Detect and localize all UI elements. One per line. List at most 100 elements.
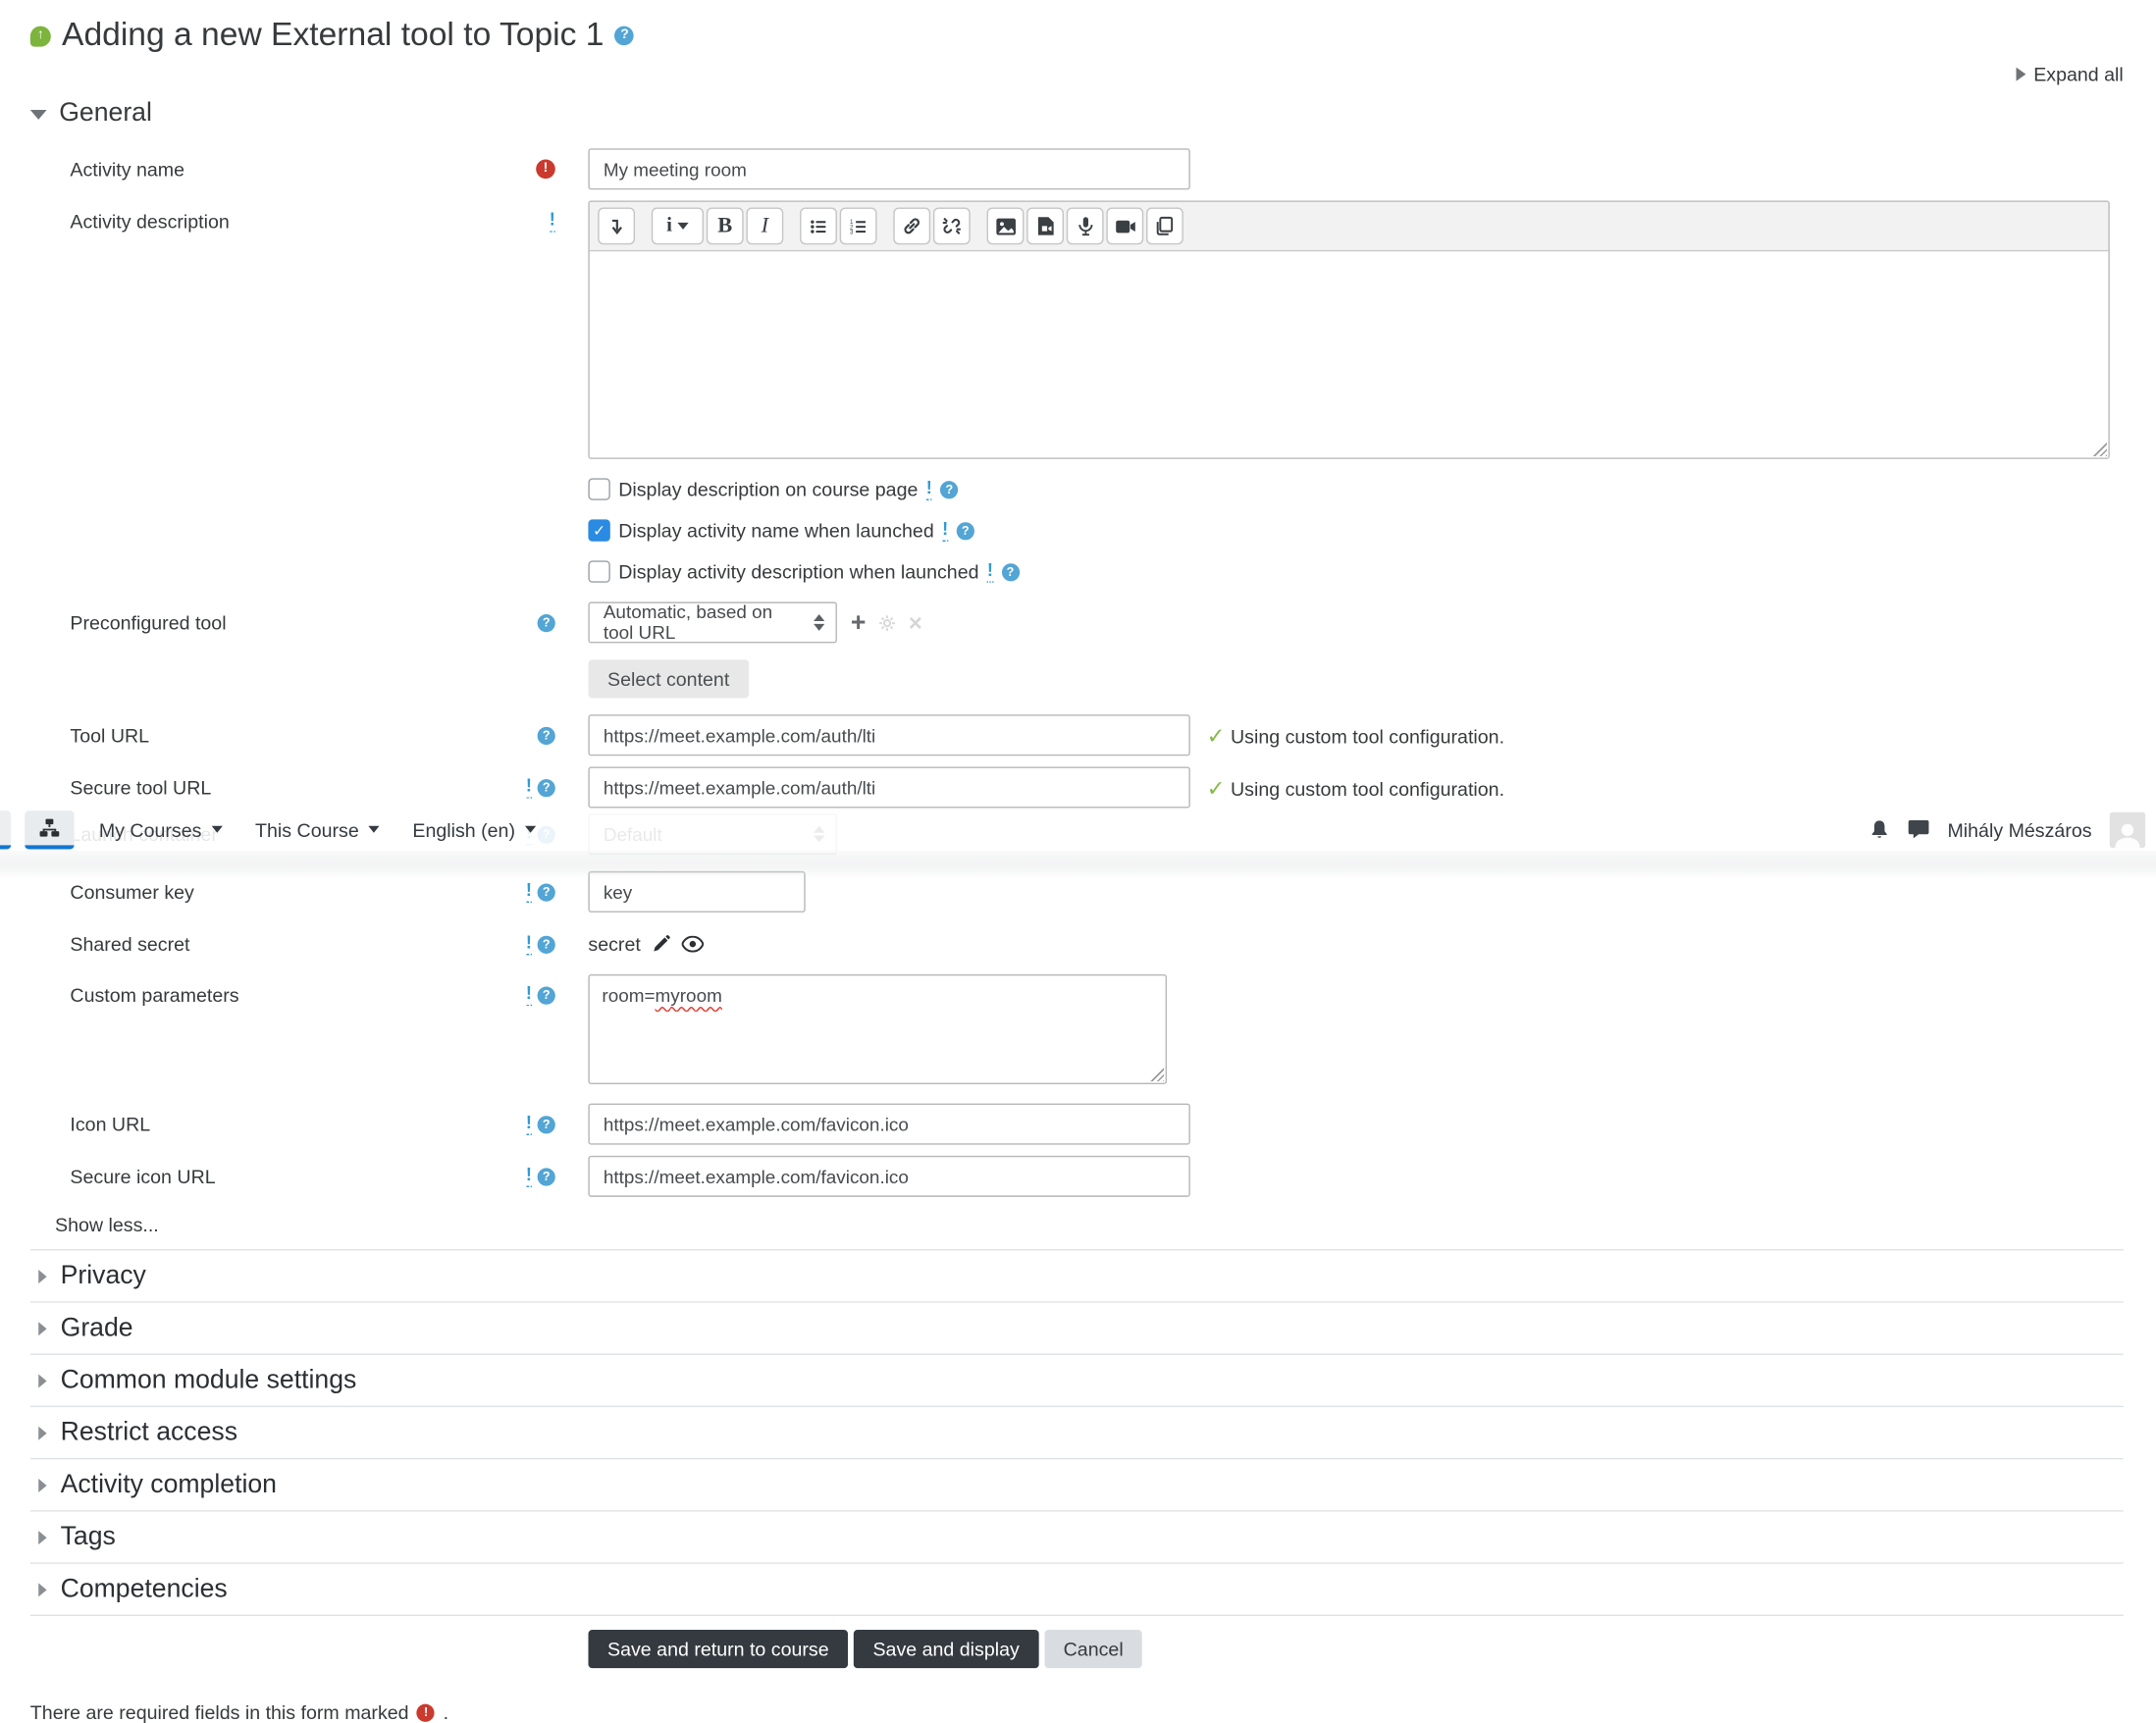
unlink-button[interactable] xyxy=(932,207,971,245)
notifications-bell-icon[interactable] xyxy=(1869,818,1890,840)
help-question-icon[interactable]: ? xyxy=(537,778,555,797)
general-heading: General xyxy=(59,98,152,129)
display-activity-description-checkbox[interactable] xyxy=(588,560,610,583)
select-caret-icon xyxy=(814,614,825,631)
save-and-display-button[interactable]: Save and display xyxy=(853,1629,1039,1669)
course-structure-button[interactable] xyxy=(25,809,75,849)
unordered-list-button[interactable] xyxy=(800,207,837,245)
general-section-header[interactable]: General xyxy=(29,98,2124,130)
select-content-button[interactable]: Select content xyxy=(588,659,749,699)
insert-link-icon xyxy=(904,218,920,235)
insert-image-icon xyxy=(995,217,1016,235)
consumer-key-label: Consumer key xyxy=(70,880,194,904)
help-question-icon[interactable]: ? xyxy=(956,521,974,540)
info-exclamation-icon: ! xyxy=(525,1112,532,1135)
chevron-right-icon xyxy=(2015,67,2025,81)
section-competencies[interactable]: Competencies xyxy=(29,1564,2124,1616)
info-exclamation-icon: ! xyxy=(942,518,949,542)
user-avatar[interactable] xyxy=(2109,810,2146,848)
show-less-link[interactable]: Show less... xyxy=(30,1214,2124,1235)
navbar-shadow xyxy=(0,850,2156,878)
editor-toolbar: i B I 123 xyxy=(589,201,2109,252)
insert-media-button[interactable] xyxy=(1026,207,1064,245)
custom-parameters-textarea[interactable]: room=myroom xyxy=(588,973,1168,1084)
chevron-right-icon xyxy=(38,1426,47,1440)
section-common-module-settings[interactable]: Common module settings xyxy=(29,1355,2124,1408)
description-editor-body[interactable] xyxy=(589,251,2109,458)
chevron-down-icon xyxy=(211,825,223,833)
display-activity-name-checkbox[interactable]: ✓ xyxy=(588,519,610,542)
chevron-down-icon xyxy=(368,825,380,833)
help-question-icon[interactable]: ? xyxy=(537,882,555,902)
activity-description-label: Activity description xyxy=(70,210,230,233)
help-question-icon[interactable]: ? xyxy=(614,26,635,46)
required-icon: ! xyxy=(416,1702,436,1722)
help-question-icon[interactable]: ? xyxy=(537,935,555,954)
sticky-navbar: My Courses This Course English (en) Mihá… xyxy=(0,808,2156,851)
svg-text:3: 3 xyxy=(850,229,854,235)
insert-image-button[interactable] xyxy=(986,207,1025,245)
language-menu[interactable]: English (en) xyxy=(412,818,536,840)
delete-tool-x-icon: × xyxy=(908,609,922,637)
reveal-eye-icon[interactable] xyxy=(681,935,705,953)
paragraph-styles-button[interactable]: i xyxy=(651,207,705,245)
italic-button[interactable]: I xyxy=(746,207,784,245)
help-question-icon[interactable]: ? xyxy=(537,726,555,745)
sitemap-icon xyxy=(39,817,60,836)
navbar-partial-button[interactable] xyxy=(0,809,12,849)
external-tool-icon: ↑ xyxy=(29,25,51,46)
bold-icon: B xyxy=(717,213,733,237)
unordered-list-icon xyxy=(811,219,826,233)
bold-button[interactable]: B xyxy=(706,207,744,245)
icon-url-input[interactable] xyxy=(588,1103,1190,1145)
avatar-silhouette-icon xyxy=(2115,823,2140,848)
help-question-icon[interactable]: ? xyxy=(537,1167,555,1185)
user-name[interactable]: Mihály Mészáros xyxy=(1947,818,2091,840)
resize-grip-icon[interactable] xyxy=(2091,441,2107,456)
section-privacy[interactable]: Privacy xyxy=(29,1250,2124,1303)
ordered-list-button[interactable]: 123 xyxy=(839,207,877,245)
preconfigured-tool-select[interactable]: Automatic, based on tool URL xyxy=(588,601,837,644)
section-restrict-access[interactable]: Restrict access xyxy=(29,1407,2124,1460)
resize-grip-icon[interactable] xyxy=(1148,1066,1165,1082)
cancel-button[interactable]: Cancel xyxy=(1044,1629,1143,1669)
insert-link-button[interactable] xyxy=(893,207,931,245)
info-exclamation-icon: ! xyxy=(525,932,532,955)
section-tags[interactable]: Tags xyxy=(29,1512,2124,1564)
page-header: ↑ Adding a new External tool to Topic 1 … xyxy=(29,17,2124,55)
secure-icon-url-label: Secure icon URL xyxy=(70,1165,216,1188)
save-and-return-button[interactable]: Save and return to course xyxy=(588,1629,849,1669)
collapse-toolbar-button[interactable] xyxy=(598,207,636,245)
info-exclamation-icon: ! xyxy=(525,775,532,799)
info-exclamation-icon: ! xyxy=(549,209,555,233)
chevron-right-icon xyxy=(38,1530,47,1544)
checkbox-label: Display activity name when launched xyxy=(618,519,934,542)
activity-name-input[interactable] xyxy=(588,148,1190,190)
help-question-icon[interactable]: ? xyxy=(1001,562,1020,581)
help-question-icon[interactable]: ? xyxy=(537,613,555,632)
chevron-right-icon xyxy=(38,1373,47,1387)
edit-pencil-icon[interactable] xyxy=(652,934,671,954)
help-question-icon[interactable]: ? xyxy=(940,480,959,498)
record-video-button[interactable] xyxy=(1106,207,1144,245)
record-audio-icon xyxy=(1078,217,1092,236)
add-tool-plus-icon[interactable]: + xyxy=(851,610,867,637)
display-description-checkbox[interactable] xyxy=(588,478,610,500)
manage-files-button[interactable] xyxy=(1146,207,1183,245)
record-audio-button[interactable] xyxy=(1066,207,1104,245)
help-question-icon[interactable]: ? xyxy=(537,985,555,1005)
chevron-right-icon xyxy=(38,1321,47,1335)
expand-all-link[interactable]: Expand all xyxy=(2015,63,2124,85)
section-activity-completion[interactable]: Activity completion xyxy=(29,1459,2124,1512)
manage-files-icon xyxy=(1156,216,1174,235)
help-question-icon[interactable]: ? xyxy=(537,1115,555,1133)
messages-icon[interactable] xyxy=(1908,819,1929,840)
chevron-right-icon xyxy=(38,1582,47,1596)
my-courses-menu[interactable]: My Courses xyxy=(99,818,223,840)
secure-tool-url-input[interactable] xyxy=(588,766,1190,809)
secure-icon-url-input[interactable] xyxy=(588,1155,1190,1197)
section-grade[interactable]: Grade xyxy=(29,1303,2124,1355)
tool-url-input[interactable] xyxy=(588,714,1190,757)
page: ↑ Adding a new External tool to Topic 1 … xyxy=(0,0,2156,1723)
this-course-menu[interactable]: This Course xyxy=(255,818,380,840)
